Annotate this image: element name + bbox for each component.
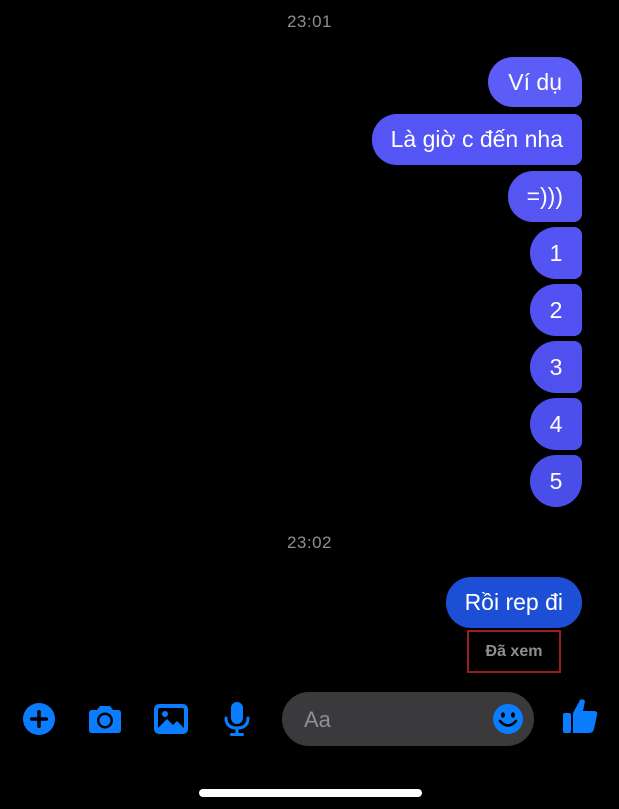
microphone-icon[interactable] — [218, 700, 256, 738]
emoji-icon[interactable] — [491, 702, 525, 736]
image-icon[interactable] — [152, 700, 190, 738]
message-bubble[interactable]: =))) — [507, 171, 582, 222]
camera-icon[interactable] — [86, 700, 124, 738]
timestamp: 23:02 — [286, 533, 333, 552]
home-indicator[interactable] — [199, 789, 422, 797]
message-composer[interactable] — [282, 692, 534, 746]
message-input[interactable] — [302, 702, 486, 738]
message-bubble[interactable]: 2 — [530, 284, 582, 336]
message-bubble[interactable]: Rồi rep đi — [445, 577, 582, 628]
thumbs-up-icon[interactable] — [560, 696, 600, 736]
timestamp: 23:01 — [286, 12, 333, 31]
message-bubble[interactable]: 4 — [530, 398, 582, 450]
message-bubble[interactable]: 1 — [530, 227, 582, 279]
message-bubble[interactable]: 3 — [530, 341, 582, 393]
message-bubble[interactable]: 5 — [530, 455, 582, 507]
message-bubble[interactable]: Ví dụ — [488, 57, 582, 107]
plus-icon[interactable] — [20, 700, 58, 738]
seen-status: Đã xem — [467, 630, 561, 673]
message-bubble[interactable]: Là giờ c đến nha — [371, 114, 582, 165]
